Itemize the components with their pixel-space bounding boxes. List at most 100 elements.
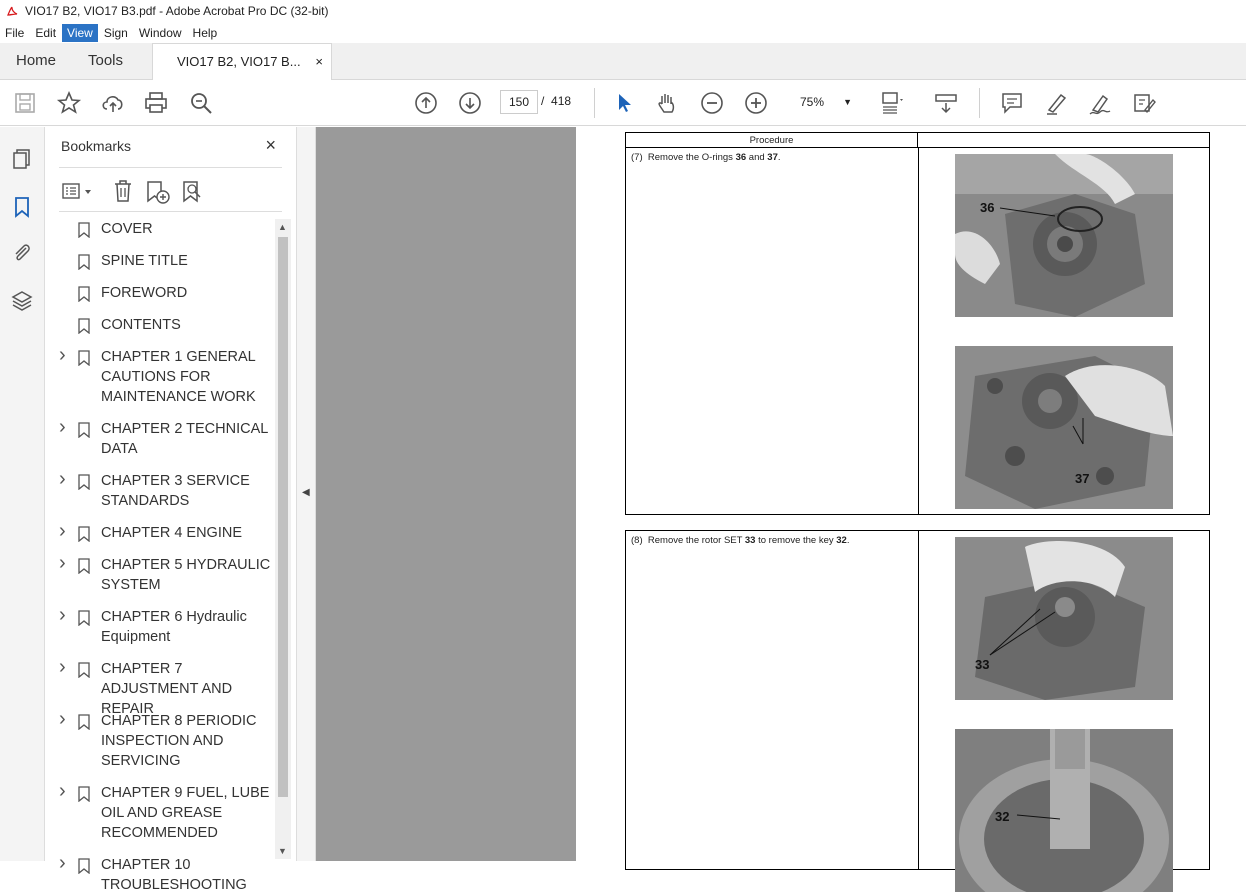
bookmark-label: SPINE TITLE [101, 253, 188, 269]
zoom-select[interactable]: 75% ▼ [788, 90, 858, 114]
panel-splitter[interactable]: ◀ [297, 127, 316, 861]
step-7-text: (7) Remove the O-rings 36 and 37. [631, 152, 781, 163]
bookmark-label: FOREWORD [101, 285, 188, 301]
bookmark-label: CHAPTER 3 SERVICE STANDARDS [101, 473, 250, 509]
menu-item-file[interactable]: File [0, 24, 29, 42]
bookmark-icon [78, 662, 90, 678]
step-8-text: (8) Remove the rotor SET 33 to remove th… [631, 535, 850, 546]
select-cursor-icon[interactable] [611, 90, 637, 116]
bookmark-icon [78, 858, 90, 874]
procedure-table-header: Procedure [625, 132, 1210, 148]
save-icon[interactable] [12, 90, 38, 116]
zoom-search-icon[interactable] [188, 90, 214, 116]
step-7-row: (7) Remove the O-rings 36 and 37. 36 37 [625, 147, 1210, 515]
draw-sign-icon[interactable] [1087, 90, 1113, 116]
chevron-right-icon[interactable]: › [59, 417, 66, 437]
column-divider [918, 148, 919, 514]
find-bookmark-icon[interactable] [181, 179, 207, 205]
chevron-down-icon: ▼ [843, 97, 852, 107]
scroll-up-icon[interactable]: ▲ [278, 222, 287, 232]
left-nav-rail [0, 127, 45, 861]
chevron-right-icon[interactable]: › [59, 709, 66, 729]
bookmark-icon [78, 526, 90, 542]
zoom-out-icon[interactable] [699, 90, 725, 116]
bookmark-icon [78, 318, 90, 334]
zoom-in-icon[interactable] [743, 90, 769, 116]
chevron-right-icon[interactable]: › [59, 553, 66, 573]
divider [59, 211, 282, 212]
bookmark-icon [78, 222, 90, 238]
options-menu-icon[interactable] [61, 181, 95, 203]
bookmark-icon[interactable] [10, 195, 34, 219]
main-toolbar: 150 / 418 75% ▼ [0, 80, 1246, 126]
bookmark-label: CHAPTER 10 TROUBLESHOOTING [101, 857, 247, 893]
bookmark-label: CHAPTER 9 FUEL, LUBE OIL AND GREASE RECO… [101, 785, 270, 841]
scrollbar-thumb[interactable] [278, 237, 288, 797]
collapse-panel-icon[interactable]: ◀ [302, 487, 310, 498]
photo-oring-36: 36 [955, 154, 1173, 317]
upload-cloud-icon[interactable] [100, 90, 126, 116]
bookmark-label: CHAPTER 8 PERIODIC INSPECTION AND SERVIC… [101, 713, 257, 769]
tab-close-icon[interactable]: × [315, 44, 323, 80]
page-thumbnails-icon[interactable] [10, 147, 34, 171]
chevron-right-icon[interactable]: › [59, 521, 66, 541]
scroll-down-icon[interactable]: ▼ [278, 846, 287, 856]
bookmark-icon [78, 786, 90, 802]
close-icon[interactable]: × [265, 135, 276, 156]
chevron-right-icon[interactable]: › [59, 605, 66, 625]
menu-item-edit[interactable]: Edit [30, 24, 61, 42]
bookmark-icon [78, 474, 90, 490]
chevron-right-icon[interactable]: › [59, 345, 66, 365]
chevron-right-icon[interactable]: › [59, 781, 66, 801]
fit-page-icon[interactable] [879, 90, 905, 116]
layers-icon[interactable] [10, 289, 34, 313]
step-8-row: (8) Remove the rotor SET 33 to remove th… [625, 530, 1210, 892]
menu-item-help[interactable]: Help [188, 24, 223, 42]
page-number-input[interactable]: 150 [500, 90, 538, 114]
photo-rotor-33: 33 [955, 537, 1173, 700]
zoom-value: 75% [800, 95, 825, 109]
document-viewer: Procedure (7) Remove the O-rings 36 and … [316, 127, 1246, 892]
tab-tools[interactable]: Tools [88, 43, 123, 79]
menu-item-sign[interactable]: Sign [99, 24, 133, 42]
bookmarks-panel: Bookmarks × COVER SPINE TITLE FOREWORD CONT… [45, 127, 297, 893]
bookmark-icon [78, 254, 90, 270]
bookmark-icon [78, 610, 90, 626]
bookmark-label: CONTENTS [101, 317, 181, 333]
hand-tool-icon[interactable] [654, 90, 680, 116]
photo-oring-37: 37 [955, 346, 1173, 509]
delete-icon[interactable] [112, 179, 134, 203]
tab-document[interactable]: VIO17 B2, VIO17 B... × [152, 43, 332, 80]
chevron-right-icon[interactable]: › [59, 469, 66, 489]
bookmark-label: CHAPTER 1 GENERAL CAUTIONS FOR MAINTENAN… [101, 349, 256, 405]
tab-home[interactable]: Home [16, 43, 56, 79]
menu-item-view[interactable]: View [62, 23, 98, 42]
new-bookmark-icon[interactable] [145, 179, 171, 205]
attachment-icon[interactable] [10, 241, 34, 265]
previous-page-icon[interactable] [413, 90, 439, 116]
bookmark-icon [78, 350, 90, 366]
bookmark-label: COVER [101, 221, 153, 237]
toolbar-divider [594, 88, 595, 118]
menu-bar: File Edit View Sign Window Help [0, 22, 1246, 43]
fill-sign-icon[interactable] [1131, 90, 1157, 116]
window-title: VIO17 B2, VIO17 B3.pdf - Adobe Acrobat P… [25, 4, 329, 18]
title-bar: VIO17 B2, VIO17 B3.pdf - Adobe Acrobat P… [0, 0, 1246, 22]
star-icon[interactable] [56, 90, 82, 116]
bookmarks-title: Bookmarks [61, 138, 132, 154]
tab-document-label: VIO17 B2, VIO17 B... [177, 54, 301, 69]
chevron-right-icon[interactable]: › [59, 657, 66, 677]
highlight-pen-icon[interactable] [1043, 90, 1069, 116]
menu-item-window[interactable]: Window [134, 24, 187, 42]
next-page-icon[interactable] [457, 90, 483, 116]
scroll-mode-icon[interactable] [933, 90, 959, 116]
callout-36: 36 [980, 200, 994, 215]
page-total: / 418 [541, 94, 572, 108]
pdf-page: Procedure (7) Remove the O-rings 36 and … [576, 127, 1246, 892]
print-icon[interactable] [143, 90, 169, 116]
bookmarks-scrollbar[interactable]: ▲ ▼ [275, 219, 291, 859]
bookmark-label: CHAPTER 4 ENGINE [101, 525, 242, 541]
callout-32: 32 [995, 809, 1009, 824]
chevron-right-icon[interactable]: › [59, 853, 66, 873]
comment-icon[interactable] [999, 90, 1025, 116]
